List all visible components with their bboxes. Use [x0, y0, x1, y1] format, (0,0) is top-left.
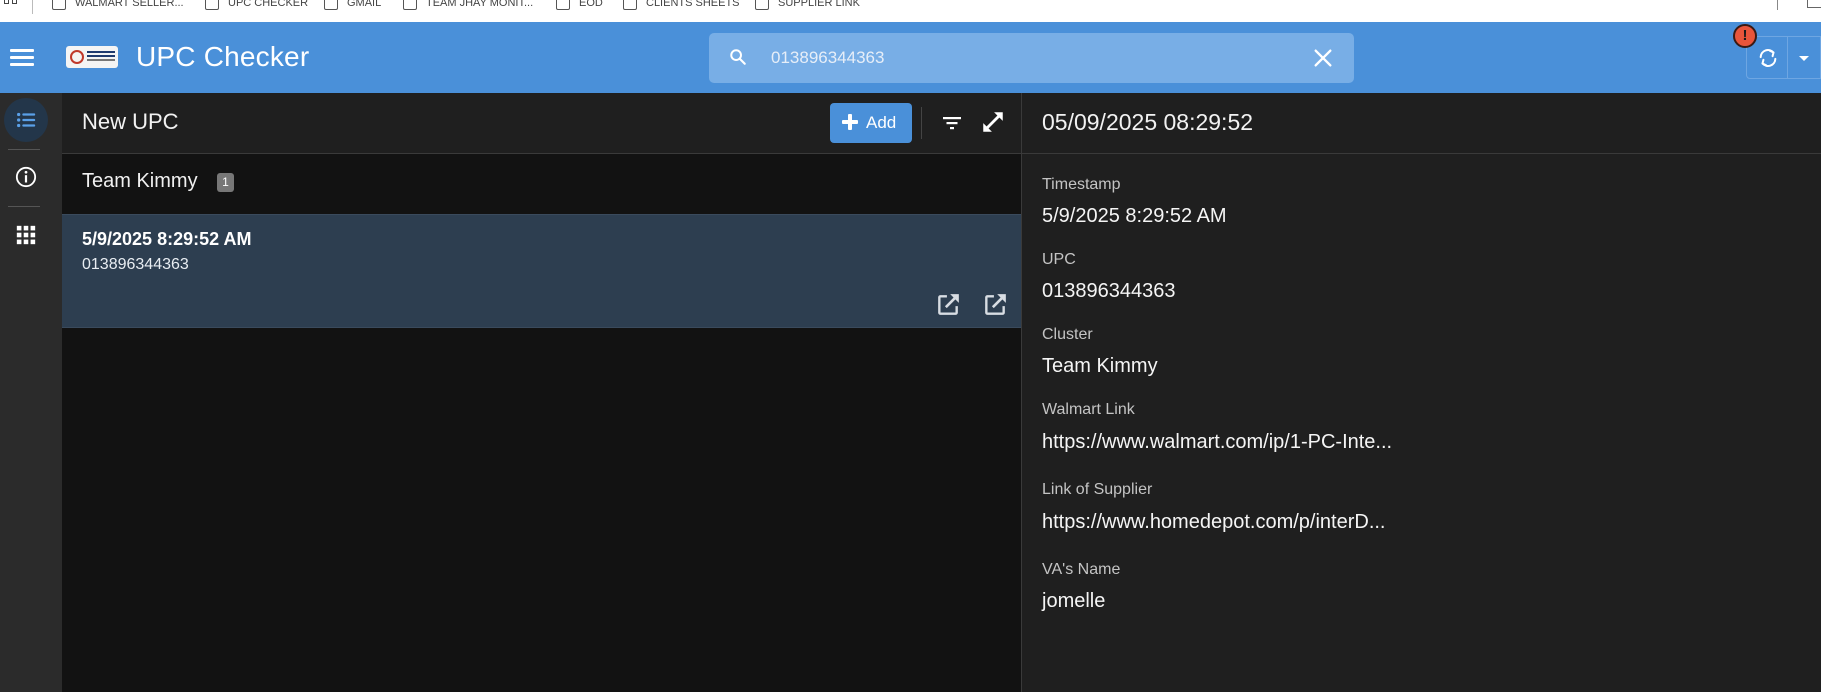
nav-divider [8, 206, 40, 207]
bookmark-eod[interactable]: EOD [556, 0, 603, 10]
bookmark-folder-icon [556, 0, 570, 10]
other-bookmarks-icon[interactable] [1807, 0, 1821, 8]
nav-rail [0, 93, 62, 692]
field-label-upc: UPC [1042, 251, 1076, 268]
bookmark-label: SUPPLIER LINK [778, 0, 860, 9]
search-icon [730, 49, 746, 65]
view-title: New UPC [82, 109, 179, 134]
bookmark-label: UPC CHECKER [228, 0, 309, 9]
external-link-icon[interactable] [982, 292, 1008, 318]
bookmark-gmail[interactable]: GMAIL [324, 0, 381, 10]
detail-panel: 05/09/2025 08:29:52 Timestamp 5/9/2025 8… [1021, 93, 1821, 692]
actions-dropdown-button[interactable] [1788, 36, 1821, 79]
bookmark-folder-icon [324, 0, 338, 10]
detail-title: 05/09/2025 08:29:52 [1042, 109, 1254, 135]
info-icon [15, 166, 37, 188]
field-label-timestamp: Timestamp [1042, 176, 1121, 193]
bookmark-folder-icon [403, 0, 417, 10]
bookmark-label: TEAM JHAY MONIT... [426, 0, 534, 9]
filter-icon[interactable] [940, 111, 964, 135]
bookmark-folder-icon [52, 0, 66, 10]
nav-info[interactable] [4, 155, 48, 199]
field-label-va-name: VA's Name [1042, 561, 1121, 578]
bookmark-folder-icon [205, 0, 219, 10]
list-panel: New UPC Add Team Kimmy 1 5/9/2025 8:29:5 [62, 93, 1021, 692]
bookmark-team-jhay[interactable]: TEAM JHAY MONIT... [403, 0, 533, 10]
list-item-timestamp: 5/9/2025 8:29:52 AM [82, 229, 252, 249]
external-link-icon[interactable] [935, 292, 961, 318]
field-value-va-name: jomelle [1042, 590, 1106, 612]
bookmark-supplier-link[interactable]: SUPPLIER LINK [755, 0, 860, 10]
app-title: UPC Checker [136, 41, 310, 72]
app-logo [66, 46, 118, 68]
list-item[interactable]: 5/9/2025 8:29:52 AM 013896344363 [62, 214, 1021, 328]
field-label-supplier-link: Link of Supplier [1042, 481, 1153, 498]
bookmarks-bar: WALMART SELLER... UPC CHECKER GMAIL TEAM… [0, 0, 1821, 22]
app-header: UPC Checker ! [0, 22, 1821, 93]
nav-apps[interactable] [4, 213, 48, 257]
app-window: WALMART SELLER... UPC CHECKER GMAIL TEAM… [0, 0, 1821, 692]
field-value-timestamp: 5/9/2025 8:29:52 AM [1042, 205, 1227, 227]
bookmark-label: WALMART SELLER... [75, 0, 184, 9]
bookmark-walmart-seller[interactable]: WALMART SELLER... [52, 0, 184, 10]
chevron-down-icon [1799, 56, 1809, 61]
field-label-cluster: Cluster [1042, 326, 1093, 343]
alert-badge[interactable]: ! [1733, 24, 1757, 48]
field-value-cluster: Team Kimmy [1042, 355, 1158, 377]
add-button[interactable]: Add [830, 103, 912, 143]
list-header: New UPC Add [62, 93, 1021, 154]
sync-icon [1759, 49, 1777, 67]
detail-header: 05/09/2025 08:29:52 [1022, 93, 1821, 154]
bookmark-folder-icon [755, 0, 769, 10]
bookmark-clients-sheets[interactable]: CLIENTS SHEETS [623, 0, 740, 10]
bookmark-folder-icon [623, 0, 637, 10]
bookmark-upc-checker[interactable]: UPC CHECKER [205, 0, 308, 10]
expand-icon[interactable] [980, 109, 1006, 135]
list-icon [17, 112, 36, 128]
bookmarks-divider [32, 0, 33, 14]
group-count-badge: 1 [217, 173, 234, 192]
search-input[interactable] [771, 33, 1291, 83]
grid-icon [16, 225, 36, 245]
add-button-label: Add [866, 113, 897, 132]
field-label-walmart-link: Walmart Link [1042, 401, 1135, 418]
field-value-upc: 013896344363 [1042, 280, 1176, 302]
menu-icon[interactable] [10, 49, 34, 66]
nav-divider [8, 149, 40, 150]
search-bar[interactable] [709, 33, 1354, 83]
bookmark-label: GMAIL [347, 0, 382, 9]
walmart-link[interactable]: https://www.walmart.com/ip/1-PC-Inte... [1042, 431, 1392, 454]
header-divider [921, 107, 922, 139]
group-header[interactable]: Team Kimmy 1 [62, 155, 1021, 207]
plus-icon [842, 114, 858, 130]
close-icon[interactable] [1312, 47, 1334, 69]
list-item-upc: 013896344363 [82, 256, 189, 273]
group-name: Team Kimmy [82, 170, 198, 192]
bookmark-label: EOD [579, 0, 603, 9]
bookmarks-divider [1777, 0, 1778, 10]
bookmark-label: CLIENTS SHEETS [646, 0, 740, 9]
nav-list-view[interactable] [4, 98, 48, 142]
supplier-link[interactable]: https://www.homedepot.com/p/interD... [1042, 511, 1386, 534]
